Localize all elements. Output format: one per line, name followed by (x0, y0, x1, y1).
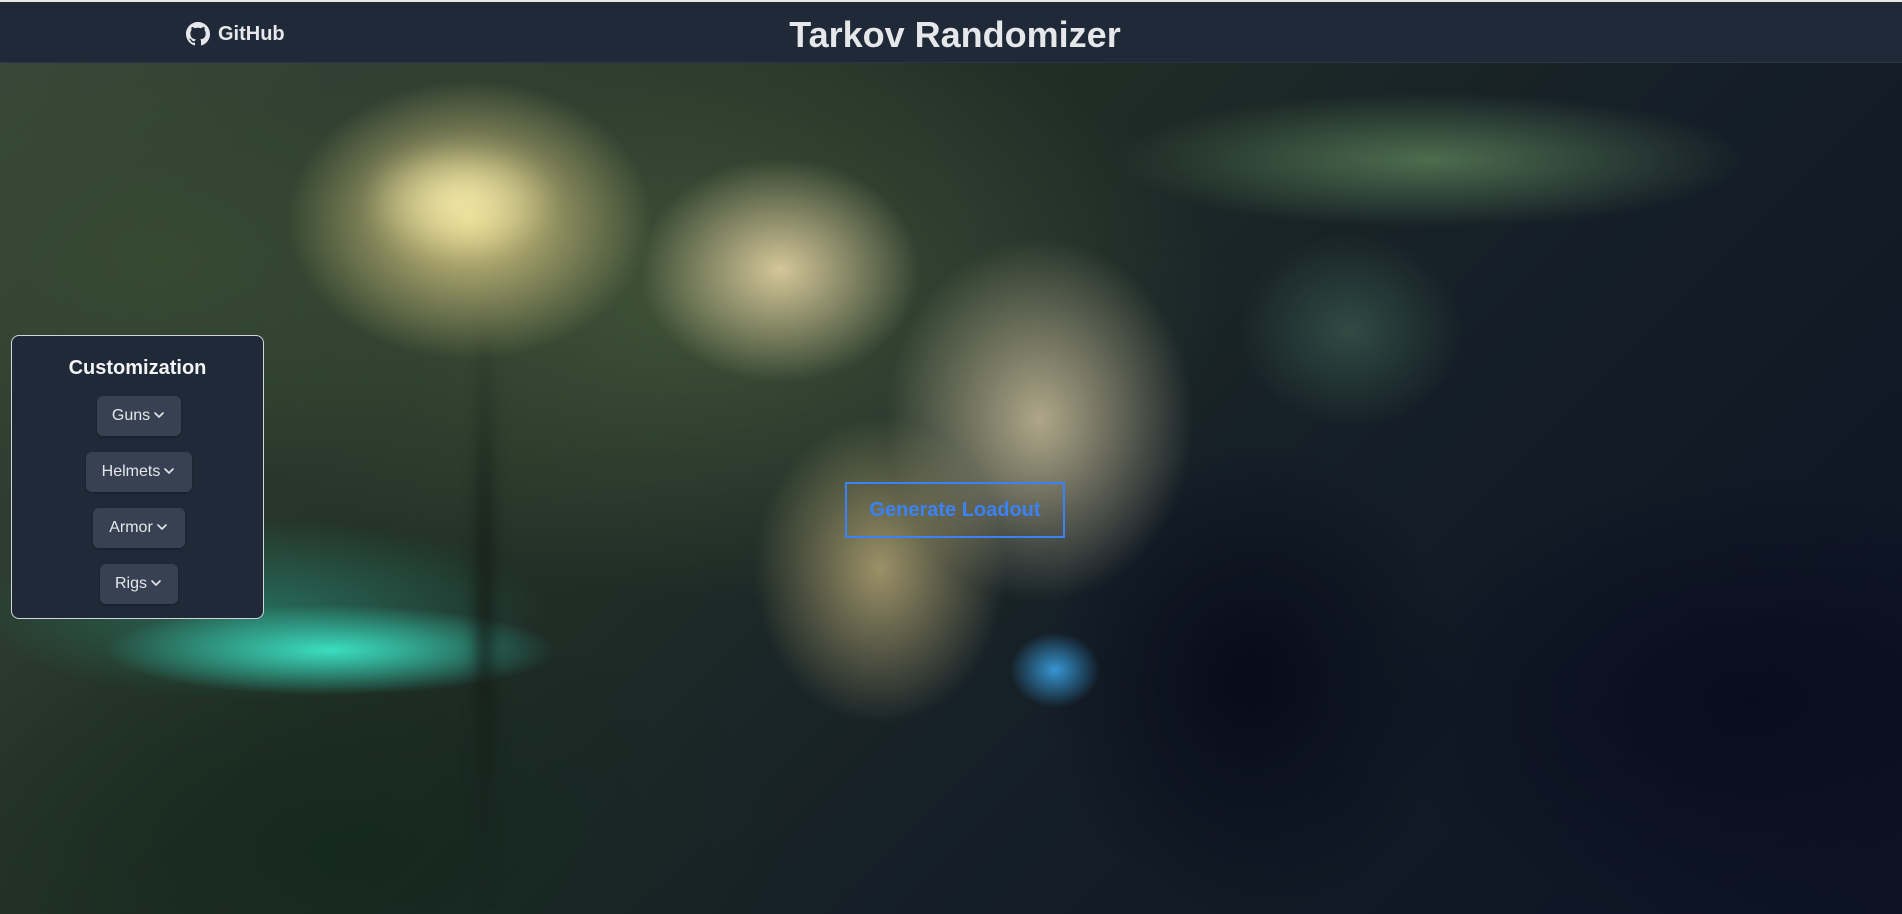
customization-title: Customization (68, 357, 207, 379)
page-title: Tarkov Randomizer (789, 14, 1121, 55)
chevron-down-icon (162, 466, 176, 478)
armor-dropdown-label: Armor (109, 519, 153, 536)
chevron-down-icon (149, 578, 163, 590)
background-light (360, 140, 560, 260)
rigs-dropdown[interactable]: Rigs (100, 564, 178, 604)
generate-loadout-button[interactable]: Generate Loadout (845, 482, 1065, 538)
helmets-dropdown-label: Helmets (101, 463, 161, 480)
chevron-down-icon (155, 522, 169, 534)
site-header: GitHub Tarkov Randomizer (0, 2, 1902, 63)
page: GitHub Tarkov Randomizer Customization G… (0, 0, 1902, 914)
guns-dropdown[interactable]: Guns (97, 396, 181, 436)
background-image (0, 0, 1902, 914)
customization-panel: Customization Guns Helmets Armor Rigs (11, 335, 264, 619)
rigs-dropdown-label: Rigs (114, 575, 147, 592)
helmets-dropdown[interactable]: Helmets (86, 452, 192, 492)
chevron-down-icon (152, 410, 166, 422)
guns-dropdown-label: Guns (111, 407, 151, 424)
background-pole (470, 300, 500, 914)
armor-dropdown[interactable]: Armor (93, 508, 185, 548)
